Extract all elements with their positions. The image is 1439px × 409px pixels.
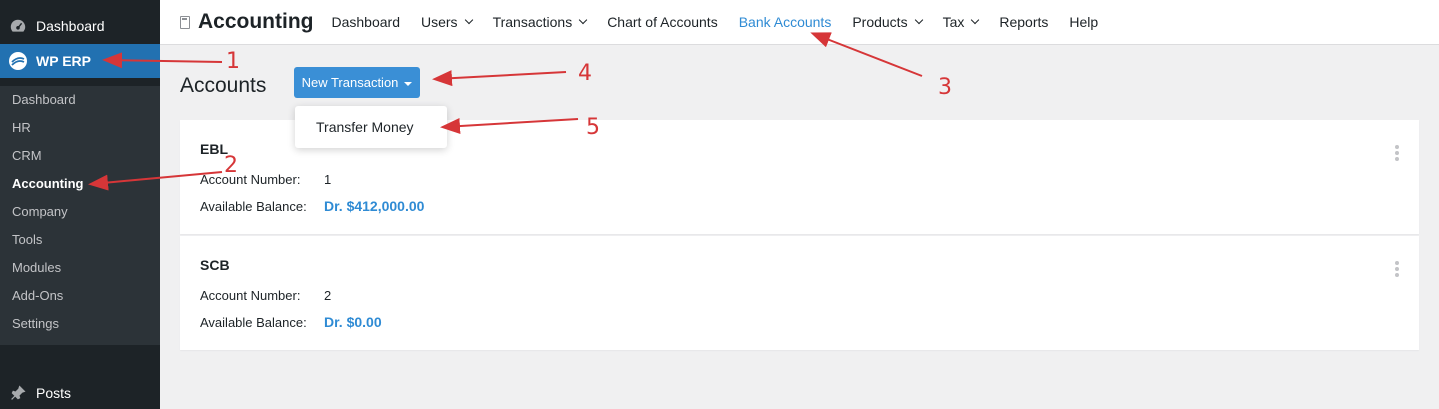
new-transaction-dropdown: Transfer Money [295,106,447,148]
sidebar-item-company[interactable]: Company [0,198,160,226]
nav-chart-of-accounts[interactable]: Chart of Accounts [607,14,718,30]
nav-dashboard-label: Dashboard [331,14,401,30]
sidebar-submenu: Dashboard HR CRM Accounting Company Tool… [0,86,160,345]
sidebar-item-dashboard[interactable]: Dashboard [0,86,160,114]
nav-bank-accounts-label: Bank Accounts [738,14,832,30]
available-balance: Dr. $412,000.00 [324,198,425,214]
annotation-number-5: 5 [586,115,600,140]
nav-products-label: Products [852,14,908,30]
sidebar-item-hr[interactable]: HR [0,114,160,142]
sidebar-item-tools[interactable]: Tools [0,226,160,254]
annotation-number-4: 4 [578,61,592,86]
nav-tax[interactable]: Tax [942,14,980,30]
sidebar-item-accounting[interactable]: Accounting [0,170,160,198]
chevron-down-icon [578,15,588,25]
account-number-label: Account Number: [200,288,301,303]
account-name: SCB [200,257,230,273]
admin-sidebar: Dashboard WP ERP Dashboard HR CRM Accoun… [0,0,160,409]
nav-help[interactable]: Help [1069,14,1098,30]
more-options-icon[interactable] [1395,145,1399,161]
more-options-icon[interactable] [1395,261,1399,277]
chevron-down-icon [971,15,980,25]
nav-bank-accounts[interactable]: Bank Accounts [739,14,832,30]
nav-users-label: Users [421,14,458,30]
wp-erp-logo-icon [0,51,36,71]
nav-users[interactable]: Users [421,14,473,30]
account-number: 2 [324,288,332,303]
sidebar-posts[interactable]: Posts [0,376,160,409]
dashboard-icon [0,17,36,35]
nav-chart-of-accounts-label: Chart of Accounts [607,14,718,30]
sidebar-item-add-ons[interactable]: Add-Ons [0,282,160,310]
available-balance-label: Available Balance: [200,199,307,214]
sidebar-posts-label: Posts [36,385,72,401]
annotation-number-2: 2 [224,153,238,178]
nav-products[interactable]: Products [852,14,923,30]
annotation-arrow-4 [432,70,567,87]
transfer-money-item[interactable]: Transfer Money [316,119,414,135]
nav-dashboard[interactable]: Dashboard [332,14,401,30]
chevron-down-icon [914,15,923,25]
nav-help-label: Help [1069,14,1099,30]
account-card: SCB Account Number: 2 Available Balance:… [180,236,1419,350]
sidebar-item-modules[interactable]: Modules [0,254,160,282]
nav-reports[interactable]: Reports [999,14,1048,30]
nav-tax-label: Tax [942,14,965,30]
nav-reports-label: Reports [999,14,1049,30]
nav-transactions[interactable]: Transactions [492,14,588,30]
annotation-number-1: 1 [226,49,240,74]
accounting-top-nav: Accounting Dashboard Users Transactions … [160,0,1439,45]
account-number-label: Account Number: [200,172,301,187]
calculator-icon [180,15,190,29]
sidebar-item-settings[interactable]: Settings [0,310,160,338]
sidebar-wp-erp[interactable]: WP ERP [0,44,160,78]
page-title: Accounts [180,74,267,97]
sidebar-wp-erp-label: WP ERP [36,53,91,69]
new-transaction-button[interactable]: New Transaction [294,67,420,98]
sidebar-item-crm[interactable]: CRM [0,142,160,170]
brand-title: Accounting [198,10,314,33]
available-balance-label: Available Balance: [200,315,307,330]
sidebar-dashboard[interactable]: Dashboard [0,9,160,43]
caret-down-icon [404,81,413,86]
pin-icon [0,385,36,401]
account-number: 1 [324,172,332,187]
annotation-number-3: 3 [938,75,952,100]
new-transaction-label: New Transaction [301,75,399,90]
chevron-down-icon [464,15,473,25]
sidebar-dashboard-label: Dashboard [36,18,105,34]
available-balance: Dr. $0.00 [324,314,382,330]
nav-transactions-label: Transactions [492,14,573,30]
accounting-brand: Accounting [180,10,314,34]
